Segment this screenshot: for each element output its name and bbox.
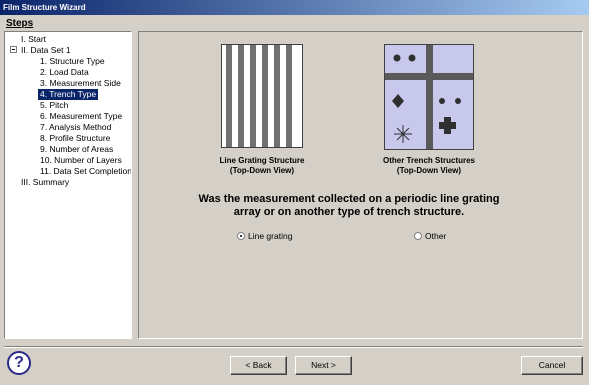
- footer-separator: [4, 346, 583, 348]
- other-trench-caption-view: (Top-Down View): [396, 166, 462, 175]
- tree-item-number-of-layers[interactable]: 10. Number of Layers: [40, 155, 122, 166]
- line-grating-image[interactable]: [221, 44, 303, 148]
- tree-item-load-data[interactable]: 2. Load Data: [40, 67, 89, 78]
- tree-collapse-icon[interactable]: [10, 46, 17, 53]
- tree-item-summary[interactable]: III. Summary: [21, 177, 69, 188]
- radio-icon[interactable]: [237, 232, 245, 240]
- other-trench-caption-title: Other Trench Structures: [382, 156, 476, 165]
- tree-item-structure-type[interactable]: 1. Structure Type: [40, 56, 105, 67]
- steps-tree[interactable]: I. Start II. Data Set 1 1. Structure Typ…: [4, 31, 132, 339]
- back-button[interactable]: < Back: [230, 356, 287, 375]
- cancel-button[interactable]: Cancel: [521, 356, 583, 375]
- line-grating-caption-title: Line Grating Structure: [219, 156, 305, 165]
- other-trench-graphic: [385, 45, 473, 149]
- radio-other[interactable]: Other: [414, 230, 446, 242]
- tree-item-measurement-type[interactable]: 6. Measurement Type: [40, 111, 122, 122]
- radio-icon[interactable]: [414, 232, 422, 240]
- tree-item-measurement-side[interactable]: 3. Measurement Side: [40, 78, 121, 89]
- tree-item-start[interactable]: I. Start: [21, 34, 46, 45]
- other-trench-caption: Other Trench Structures (Top-Down View): [375, 156, 483, 176]
- help-icon[interactable]: ?: [7, 351, 31, 375]
- window-title: Film Structure Wizard: [3, 3, 86, 12]
- radio-line-grating-label: Line grating: [248, 231, 293, 241]
- line-grating-caption-view: (Top-Down View): [229, 166, 295, 175]
- tree-item-number-of-areas[interactable]: 9. Number of Areas: [40, 144, 113, 155]
- other-trench-image[interactable]: [384, 44, 474, 150]
- radio-other-label: Other: [425, 231, 447, 241]
- question-line-2: array or on another type of trench struc…: [233, 206, 465, 218]
- tree-item-profile-structure[interactable]: 8. Profile Structure: [40, 133, 110, 144]
- tree-item-analysis-method[interactable]: 7. Analysis Method: [40, 122, 111, 133]
- tree-item-pitch[interactable]: 5. Pitch: [40, 100, 68, 111]
- steps-heading: Steps: [6, 18, 34, 29]
- tree-item-data-set-1[interactable]: II. Data Set 1: [21, 45, 71, 56]
- radio-line-grating[interactable]: Line grating: [237, 230, 292, 242]
- next-button[interactable]: Next >: [295, 356, 352, 375]
- line-grating-graphic: [226, 45, 292, 147]
- tree-item-data-set-completion[interactable]: 11. Data Set Completion: [40, 166, 131, 177]
- main-panel: Line Grating Structure (Top-Down View) O…: [138, 31, 583, 339]
- window-title-bar: Film Structure Wizard: [0, 0, 589, 15]
- tree-item-trench-type[interactable]: 4. Trench Type: [38, 89, 99, 100]
- question-line-1: Was the measurement collected on a perio…: [198, 193, 500, 205]
- question-text: Was the measurement collected on a perio…: [179, 193, 519, 219]
- line-grating-caption: Line Grating Structure (Top-Down View): [211, 156, 313, 176]
